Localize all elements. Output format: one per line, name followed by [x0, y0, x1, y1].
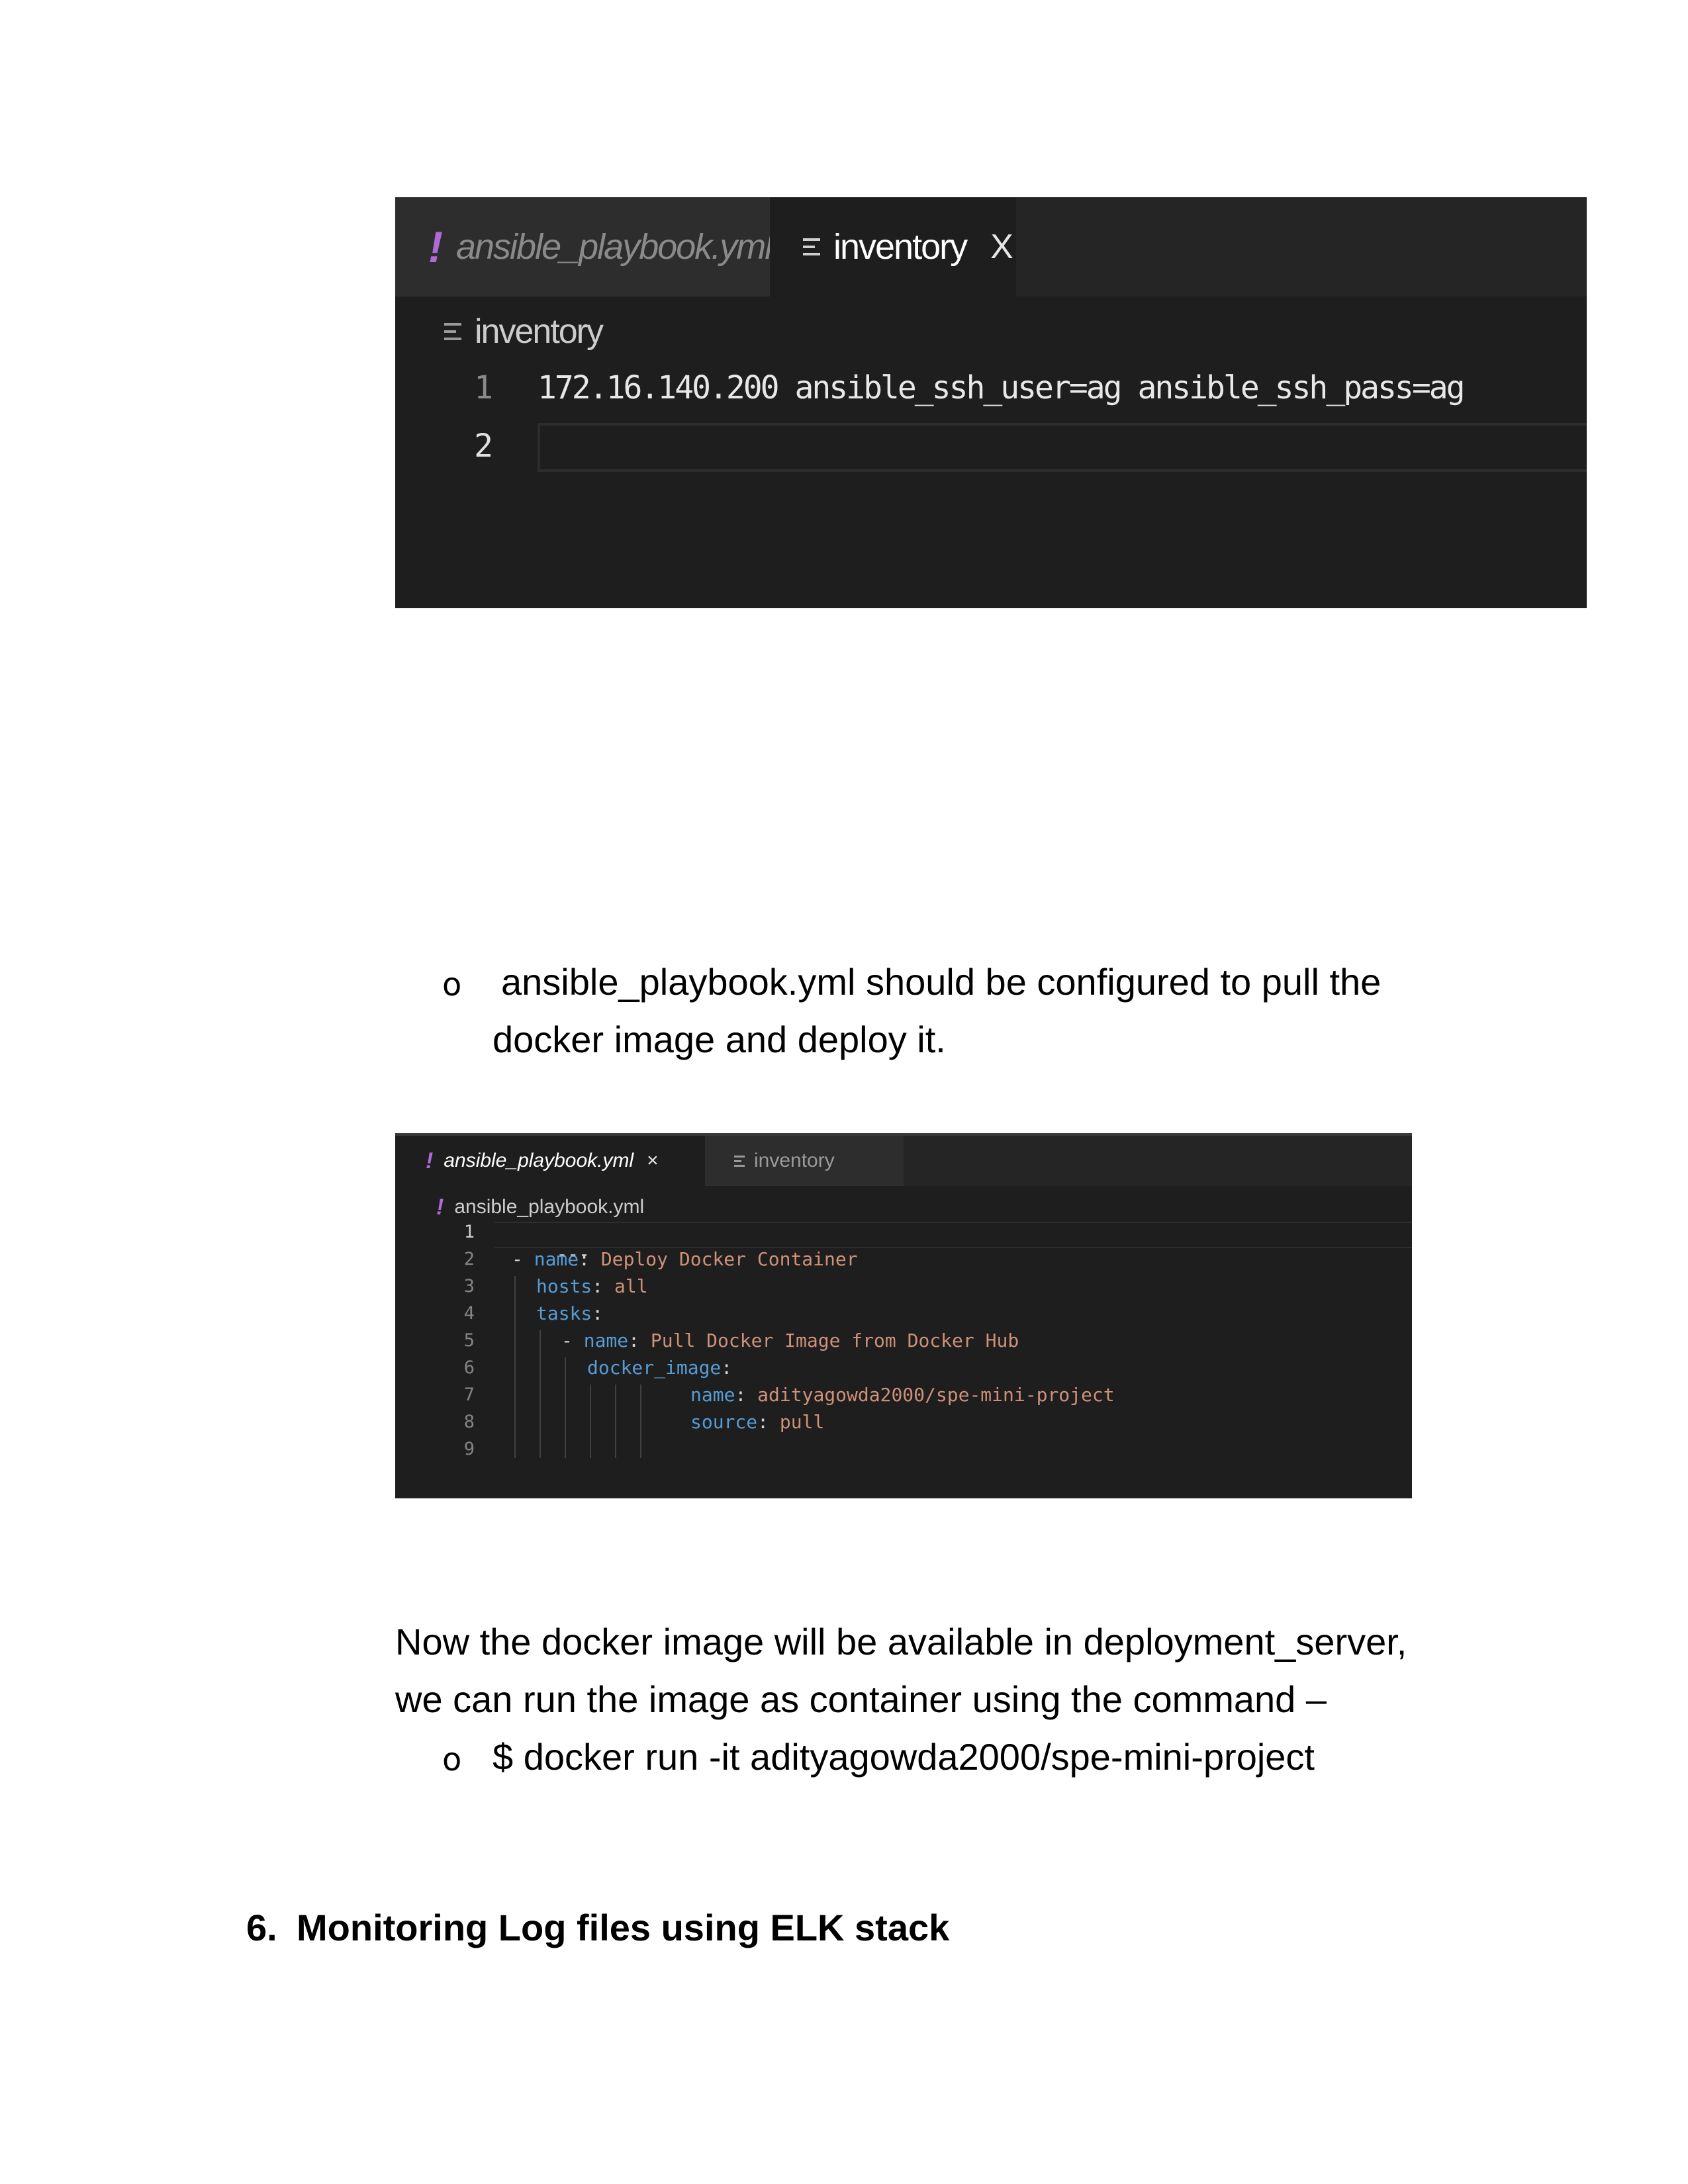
line-number: 1: [474, 369, 493, 406]
bullet-marker: o: [442, 966, 462, 1003]
code-value: Deploy Docker Container: [600, 1248, 858, 1270]
line-number: 4: [463, 1303, 475, 1324]
indent-guide: [590, 1385, 591, 1458]
line-number: 3: [463, 1276, 475, 1297]
tab-ansible-playbook[interactable]: ! ansible_playbook.yml ×: [395, 1136, 705, 1186]
code-value: pull: [779, 1411, 825, 1433]
code-line: source: pull: [690, 1411, 824, 1433]
tab-label: inventory: [754, 1150, 835, 1171]
code-token: -: [561, 1330, 584, 1351]
code-token: :: [735, 1384, 758, 1406]
code-line: - name: Pull Docker Image from Docker Hu…: [561, 1330, 1019, 1351]
bullet-text-line: docker image and deploy it.: [492, 1019, 946, 1060]
breadcrumb-label: ansible_playbook.yml: [454, 1196, 645, 1218]
editor-tab-bar: ! ansible_playbook.yml inventory X: [395, 197, 1587, 296]
breadcrumb-label: inventory: [475, 312, 604, 351]
section-number: 6.: [246, 1907, 277, 1948]
tab-inventory[interactable]: inventory X: [770, 197, 1016, 296]
yaml-exclamation-icon: !: [428, 222, 443, 271]
code-key: name: [583, 1330, 629, 1351]
bullet-marker: o: [442, 1741, 462, 1778]
code-value: adityagowda2000/spe-mini-project: [757, 1384, 1115, 1406]
yaml-exclamation-icon: !: [426, 1148, 434, 1173]
code-line: - name: Deploy Docker Container: [512, 1248, 858, 1270]
inventory-editor-screenshot: ! ansible_playbook.yml inventory X inven…: [395, 197, 1587, 608]
line-number: 1: [463, 1222, 475, 1242]
code-token: :: [592, 1302, 604, 1324]
code-token: -: [512, 1248, 534, 1270]
breadcrumb[interactable]: ! ansible_playbook.yml: [436, 1194, 644, 1220]
indent-guide: [615, 1385, 616, 1458]
close-tab-icon[interactable]: X: [990, 227, 1013, 267]
breadcrumb[interactable]: inventory: [444, 308, 604, 355]
code-key: name: [690, 1384, 735, 1406]
close-tab-icon[interactable]: ×: [647, 1150, 659, 1172]
section-title: Monitoring Log files using ELK stack: [297, 1907, 950, 1948]
command-text: $ docker run -it adityagowda2000/spe-min…: [492, 1736, 1315, 1778]
indent-guide: [539, 1330, 541, 1458]
indent-guide: [565, 1357, 566, 1458]
code-token: :: [628, 1330, 651, 1351]
current-line-highlight: [538, 423, 1587, 472]
tab-label: ansible_playbook.yml: [444, 1150, 634, 1171]
indent-guide: [640, 1385, 641, 1458]
line-number: 6: [463, 1357, 475, 1378]
code-token: :: [579, 1248, 601, 1270]
code-value: Pull Docker Image from Docker Hub: [650, 1330, 1019, 1351]
tab-ansible-playbook[interactable]: ! ansible_playbook.yml: [395, 197, 773, 296]
code-line: tasks:: [536, 1302, 603, 1324]
tab-label: inventory: [833, 227, 968, 267]
current-line-highlight: [494, 1222, 1412, 1248]
code-key: hosts: [536, 1275, 592, 1297]
tab-label: ansible_playbook.yml: [455, 227, 773, 267]
yaml-exclamation-icon: !: [436, 1194, 444, 1220]
text-lines-icon: [444, 318, 461, 345]
code-key: tasks: [536, 1302, 592, 1324]
code-line: docker_image:: [587, 1357, 732, 1379]
line-number: 8: [463, 1412, 475, 1432]
text-lines-icon: [803, 234, 820, 260]
playbook-editor-screenshot: ! ansible_playbook.yml × inventory ! ans…: [395, 1133, 1412, 1498]
indent-guide: [514, 1276, 516, 1458]
bullet-text-line: ansible_playbook.yml should be configure…: [501, 961, 1382, 1003]
line-number: 5: [463, 1330, 475, 1351]
code-token: :: [757, 1411, 780, 1433]
code-value: all: [614, 1275, 648, 1297]
line-number: 2: [463, 1249, 475, 1269]
line-number: 2: [474, 428, 493, 465]
editor-tab-bar: ! ansible_playbook.yml × inventory: [395, 1136, 1412, 1186]
code-key: source: [690, 1411, 758, 1433]
line-number: 7: [463, 1385, 475, 1405]
code-line: hosts: all: [536, 1275, 648, 1297]
tab-inventory[interactable]: inventory: [705, 1136, 904, 1186]
paragraph-line: Now the docker image will be available i…: [395, 1621, 1407, 1662]
code-key: name: [534, 1248, 579, 1270]
text-lines-icon: [734, 1153, 745, 1169]
code-token: :: [721, 1357, 733, 1379]
code-line: 172.16.140.200 ansible_ssh_user=ag ansib…: [538, 369, 1466, 406]
code-key: docker_image: [587, 1357, 722, 1379]
paragraph-line: we can run the image as container using …: [395, 1678, 1327, 1720]
line-number: 9: [463, 1439, 475, 1459]
code-line: name: adityagowda2000/spe-mini-project: [690, 1384, 1115, 1406]
code-token: :: [592, 1275, 615, 1297]
